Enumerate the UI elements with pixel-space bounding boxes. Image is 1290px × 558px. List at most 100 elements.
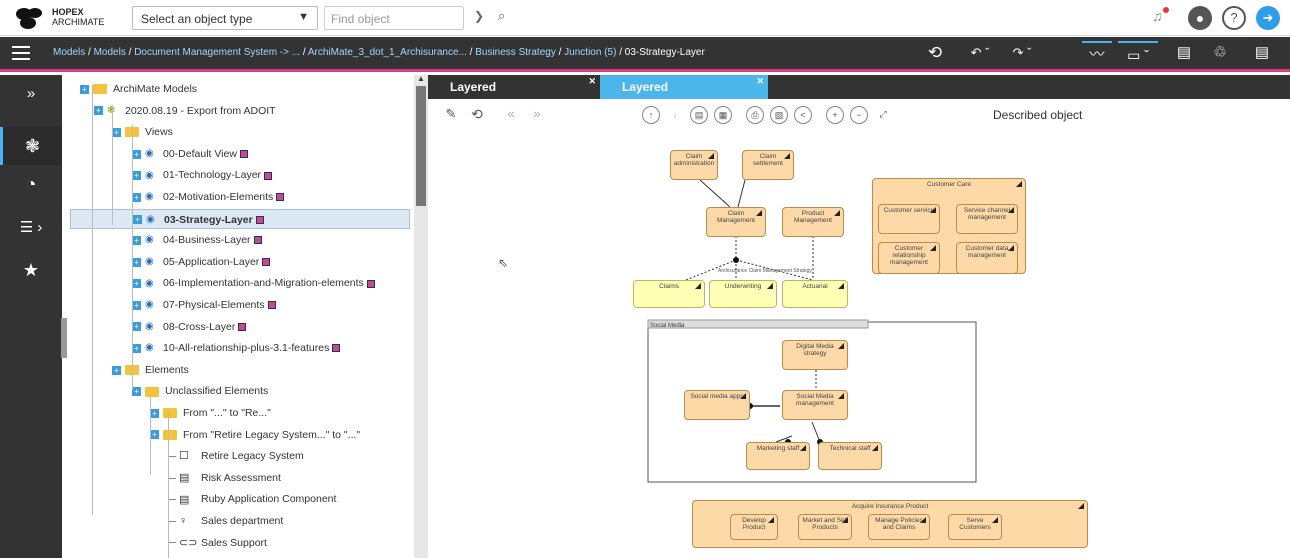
star-icon[interactable]: ★ — [0, 251, 62, 289]
breadcrumb-item[interactable]: Business Strategy — [475, 47, 556, 58]
share-icon[interactable]: < — [794, 106, 812, 124]
expand-toggle-icon[interactable]: + — [112, 365, 121, 375]
tab-layered-2[interactable]: Layered ✕ — [600, 75, 768, 99]
arrow-up-icon[interactable]: ↑ — [642, 106, 660, 124]
undo-icon[interactable]: ↶ ˇ — [965, 41, 995, 65]
expand-toggle-icon[interactable]: + — [112, 127, 121, 137]
expand-toggle-icon[interactable]: + — [132, 192, 141, 202]
refresh-icon[interactable]: ⟲ — [468, 106, 486, 124]
arrow-down-icon[interactable]: ↓ — [666, 106, 684, 124]
close-icon[interactable]: ✕ — [588, 69, 596, 93]
tree-item[interactable]: + ◉ 06-Implementation-and-Migration-elemen… — [132, 273, 375, 293]
menu-icon[interactable] — [12, 46, 30, 60]
tree-item[interactable]: + ◉ 08-Cross-Layer — [132, 317, 247, 337]
tree-item[interactable]: ☐ Retire Legacy System — [168, 446, 304, 466]
desktop-icon[interactable]: ▭ ˇ — [1118, 41, 1158, 65]
tree-item[interactable]: + ◉ 00-Default View — [132, 144, 248, 164]
expand-toggle-icon[interactable]: + — [132, 149, 141, 159]
breadcrumb-item[interactable]: Models — [53, 47, 85, 58]
forward-icon[interactable]: » — [528, 106, 546, 124]
expand-toggle-icon[interactable]: + — [80, 84, 89, 94]
zoom-out-icon[interactable]: − — [850, 106, 868, 124]
expand-toggle-icon[interactable]: + — [150, 408, 159, 418]
diagram-element[interactable]: Service channel management — [956, 204, 1018, 234]
expand-toggle-icon[interactable]: + — [132, 322, 141, 332]
tab-layered-1[interactable]: Layered ✕ — [428, 75, 600, 99]
grid-icon[interactable]: ▦ — [714, 106, 732, 124]
print-icon[interactable]: ⎙ — [746, 106, 764, 124]
search-icon[interactable]: ⌕ — [498, 8, 505, 24]
notification-icon[interactable]: ♫ — [1152, 8, 1163, 24]
activity-icon[interactable]: 〰 — [1082, 41, 1112, 65]
tree-item[interactable]: + ◉ 10-All-relationship-plus-3.1-features — [132, 338, 341, 358]
list-icon[interactable]: ☰ › — [0, 209, 62, 247]
zoom-in-icon[interactable]: + — [826, 106, 844, 124]
diagram-element[interactable]: Serve Customers — [948, 514, 1002, 540]
splitter-handle[interactable] — [61, 318, 67, 358]
diagram-element[interactable]: Claims — [633, 280, 705, 308]
close-icon[interactable]: ✕ — [756, 69, 764, 93]
breadcrumb-item[interactable]: ArchiMate_3_dot_1_Archisurance... — [308, 47, 467, 58]
fit-icon[interactable]: ⤢ — [874, 106, 892, 124]
tree-item[interactable]: + From "Retire Legacy System..." to "..." — [150, 425, 360, 445]
expand-toggle-icon[interactable]: + — [132, 235, 141, 245]
tree-item[interactable]: + ◉ 07-Physical-Elements — [132, 295, 276, 315]
expand-toggle-icon[interactable]: + — [132, 257, 141, 267]
diagram-element[interactable]: Product Management — [782, 207, 844, 237]
tree-item[interactable]: + Unclassified Elements — [132, 381, 268, 401]
report-icon[interactable]: ▤ — [1250, 41, 1274, 65]
expand-toggle-icon[interactable]: + — [132, 300, 141, 310]
tree-item[interactable]: + ◉ 01-Technology-Layer — [132, 165, 273, 185]
tree-item[interactable]: ♀ Sales department — [168, 511, 283, 531]
user-icon[interactable]: ● — [1188, 6, 1212, 30]
redo-icon[interactable]: ↷ ˇ — [1007, 41, 1037, 65]
models-icon[interactable]: ❃ — [0, 127, 62, 165]
expand-icon[interactable]: » — [0, 75, 62, 113]
expand-toggle-icon[interactable]: + — [150, 430, 159, 440]
tree-item[interactable]: + Views — [112, 122, 173, 142]
diagram-element[interactable]: Social Media management — [782, 390, 848, 420]
diagram-element[interactable]: Develop Product — [730, 514, 778, 540]
clock-icon[interactable]: ◔ — [0, 165, 62, 203]
back-icon[interactable]: « — [502, 106, 520, 124]
tree-item[interactable]: + Elements — [112, 360, 189, 380]
edit-icon[interactable]: ✎ — [442, 106, 460, 124]
properties-icon[interactable]: ▤ — [690, 106, 708, 124]
recycle-icon[interactable]: ♲ — [1208, 41, 1232, 65]
help-icon[interactable]: ? — [1222, 6, 1246, 30]
breadcrumb-item[interactable]: Junction (5) — [564, 47, 616, 58]
diagram-element[interactable]: Customer data management — [956, 242, 1018, 274]
expand-toggle-icon[interactable]: + — [132, 387, 141, 397]
tree-item[interactable]: + ◉ 03-Strategy-Layer — [70, 208, 410, 229]
refresh-icon[interactable]: ⟲ — [925, 41, 945, 65]
tree-item[interactable]: + ◉ 05-Application-Layer — [132, 252, 271, 272]
find-object-input[interactable]: Find object — [324, 6, 464, 30]
scroll-up-icon[interactable]: ▲ — [417, 74, 425, 83]
diagram-element[interactable]: Marketing staff — [746, 442, 810, 470]
breadcrumb-item[interactable]: Document Management System -> ... — [134, 47, 300, 58]
expand-toggle-icon[interactable]: + — [132, 343, 141, 353]
tree-item[interactable]: + ❃ 2020.08.19 - Export from ADOIT — [94, 101, 276, 121]
diagram-element[interactable]: Actuarial — [782, 280, 848, 308]
document-icon[interactable]: ▤ — [1172, 41, 1196, 65]
expand-toggle-icon[interactable]: + — [133, 215, 142, 225]
tree-item[interactable]: + ArchiMate Models — [80, 79, 197, 99]
tree-item[interactable]: + ◉ 02-Motivation-Elements — [132, 187, 285, 207]
tree-item[interactable]: ▤ Ruby Application Component — [168, 489, 336, 509]
diagram-canvas[interactable]: Social Media Archisurance Claim Manageme… — [428, 132, 1290, 558]
object-type-select[interactable]: Select an object type ▼ — [132, 6, 318, 30]
logout-icon[interactable]: ➜ — [1256, 6, 1280, 30]
diagram-element[interactable]: Manage Policies and Claims — [868, 514, 930, 540]
chevron-right-icon[interactable]: ❯ — [474, 9, 484, 23]
expand-toggle-icon[interactable]: + — [132, 171, 141, 181]
diagram-element[interactable]: Underwriting — [709, 280, 777, 308]
expand-toggle-icon[interactable]: + — [94, 106, 103, 116]
scrollbar-thumb[interactable] — [416, 86, 426, 206]
diagram-element[interactable]: Claim Management — [706, 207, 766, 237]
diagram-element[interactable]: Customer service — [878, 204, 940, 234]
diagram-element[interactable]: Market and Sell Products — [798, 514, 852, 540]
diagram-element[interactable]: Technical staff — [818, 442, 882, 470]
breadcrumb-item[interactable]: Models — [94, 47, 126, 58]
image-icon[interactable]: ▧ — [770, 106, 788, 124]
diagram-element[interactable]: Digital Media strategy — [782, 340, 848, 370]
